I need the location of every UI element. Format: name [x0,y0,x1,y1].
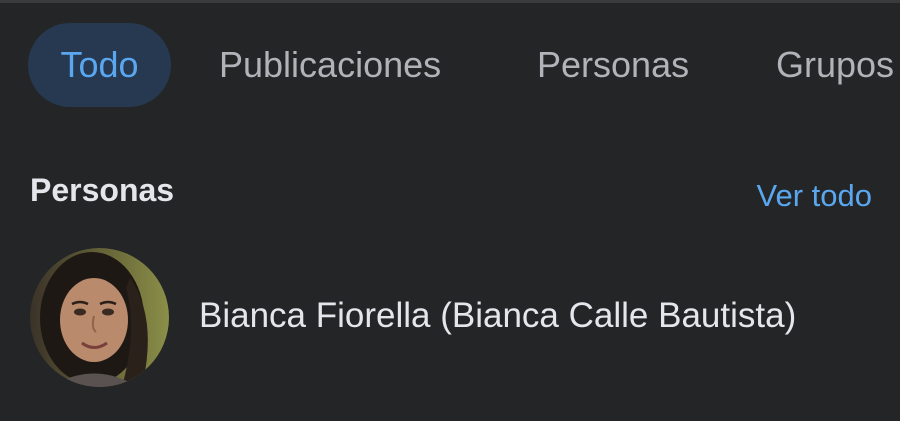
section-title-personas: Personas [30,172,175,208]
avatar[interactable] [30,248,169,387]
person-name[interactable]: Bianca Fiorella (Bianca Calle Bautista) [199,296,796,336]
profile-photo-image [30,248,169,387]
tab-publicaciones[interactable]: Publicaciones [219,23,441,107]
tab-grupos[interactable]: Grupos [776,23,894,107]
tab-todo[interactable]: Todo [28,23,171,107]
person-result-row[interactable]: Bianca Fiorella (Bianca Calle Bautista) [0,238,900,398]
tab-personas[interactable]: Personas [537,23,689,107]
search-filter-tabs: Todo Publicaciones Personas Grupos [0,0,900,130]
see-all-link[interactable]: Ver todo [757,178,872,214]
